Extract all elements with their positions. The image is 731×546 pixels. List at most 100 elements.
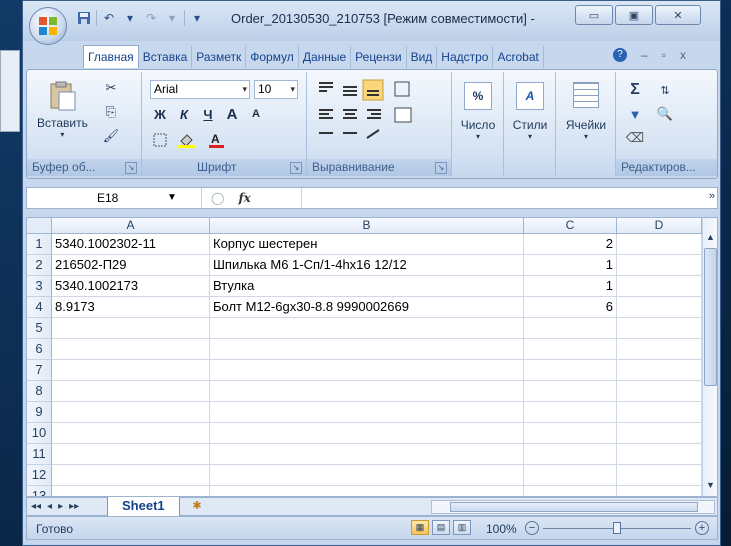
cell-b[interactable] xyxy=(210,318,524,339)
italic-button[interactable]: К xyxy=(174,104,194,124)
zoom-level[interactable]: 100% xyxy=(486,522,517,536)
undo-icon[interactable]: ↶ xyxy=(100,9,118,27)
cell-a[interactable] xyxy=(52,360,210,381)
cell-b[interactable]: Болт М12-6gx30-8.8 9990002669 xyxy=(210,297,524,318)
cell-b[interactable] xyxy=(210,444,524,465)
zoom-in-button[interactable]: + xyxy=(695,521,709,535)
cell-c[interactable]: 1 xyxy=(524,276,617,297)
row-header[interactable]: 4 xyxy=(27,297,52,318)
paste-button[interactable]: Вставить ▾ xyxy=(37,80,88,139)
cell-c[interactable] xyxy=(524,360,617,381)
select-all-button[interactable] xyxy=(27,218,52,234)
ribbon-close-button[interactable]: x xyxy=(680,48,686,62)
cell-a[interactable]: 5340.1002173 xyxy=(52,276,210,297)
horizontal-scrollbar[interactable] xyxy=(431,500,715,514)
cell-c[interactable] xyxy=(524,318,617,339)
number-format-button[interactable]: % Число ▾ xyxy=(458,82,498,141)
cell-d[interactable] xyxy=(617,381,702,402)
minimize-button[interactable]: ▭ xyxy=(575,5,613,25)
column-header-b[interactable]: B xyxy=(210,218,524,234)
styles-button[interactable]: A Стили ▾ xyxy=(510,82,550,141)
redo-icon[interactable]: ↷ xyxy=(142,9,160,27)
cell-b[interactable] xyxy=(210,381,524,402)
row-header[interactable]: 3 xyxy=(27,276,52,297)
borders-icon[interactable] xyxy=(150,130,170,150)
cell-c[interactable] xyxy=(524,339,617,360)
cell-b[interactable]: Корпус шестерен xyxy=(210,234,524,255)
autosum-button[interactable]: Σ xyxy=(624,80,646,100)
sort-filter-icon[interactable]: ⇅ xyxy=(654,80,676,100)
help-icon[interactable]: ? xyxy=(613,48,627,62)
cell-c[interactable] xyxy=(524,444,617,465)
last-sheet-icon[interactable]: ▸▸ xyxy=(69,499,79,515)
bold-button[interactable]: Ж xyxy=(150,104,170,124)
column-header-c[interactable]: C xyxy=(524,218,617,234)
cell-d[interactable] xyxy=(617,234,702,255)
formula-input[interactable] xyxy=(301,188,698,208)
cell-b[interactable] xyxy=(210,402,524,423)
normal-view-icon[interactable]: ▦ xyxy=(411,520,429,535)
prev-sheet-icon[interactable]: ◂ xyxy=(47,499,52,515)
scroll-thumb[interactable] xyxy=(704,248,717,386)
row-header[interactable]: 7 xyxy=(27,360,52,381)
tab-acrobat[interactable]: Acrobat xyxy=(493,46,544,68)
scroll-down-icon[interactable]: ▼ xyxy=(705,480,716,492)
row-header[interactable]: 12 xyxy=(27,465,52,486)
next-sheet-icon[interactable]: ▸ xyxy=(58,499,63,515)
page-break-view-icon[interactable]: ▥ xyxy=(453,520,471,535)
dialog-launcher-icon[interactable]: ↘ xyxy=(125,162,137,174)
font-name-select[interactable]: Arial ▾ xyxy=(150,80,250,99)
cell-c[interactable] xyxy=(524,402,617,423)
cell-b[interactable] xyxy=(210,360,524,381)
cell-d[interactable] xyxy=(617,318,702,339)
fill-icon[interactable]: ▼ xyxy=(624,104,646,124)
cell-a[interactable] xyxy=(52,381,210,402)
column-header-a[interactable]: A xyxy=(52,218,210,234)
cell-a[interactable] xyxy=(52,402,210,423)
chevron-down-icon[interactable]: ▾ xyxy=(121,9,139,27)
cell-d[interactable] xyxy=(617,423,702,444)
row-header[interactable]: 11 xyxy=(27,444,52,465)
cell-a[interactable] xyxy=(52,444,210,465)
font-color-icon[interactable]: A xyxy=(204,130,230,150)
tab-review[interactable]: Рецензи xyxy=(351,46,407,68)
cell-a[interactable]: 8.9173 xyxy=(52,297,210,318)
fill-color-icon[interactable] xyxy=(174,130,200,150)
row-header[interactable]: 1 xyxy=(27,234,52,255)
cell-d[interactable] xyxy=(617,402,702,423)
vertical-scrollbar[interactable]: ▲ ▼ xyxy=(702,218,717,496)
cell-a[interactable]: 5340.1002302-11 xyxy=(52,234,210,255)
tab-home[interactable]: Главная xyxy=(83,45,139,68)
cell-a[interactable] xyxy=(52,465,210,486)
underline-button[interactable]: Ч xyxy=(198,104,218,124)
scroll-thumb[interactable] xyxy=(450,502,698,512)
column-header-d[interactable]: D xyxy=(617,218,702,234)
zoom-slider[interactable]: − + xyxy=(525,521,710,536)
cells-button[interactable]: Ячейки ▾ xyxy=(562,82,610,141)
row-header[interactable]: 9 xyxy=(27,402,52,423)
clear-icon[interactable]: ⌫ xyxy=(624,128,646,148)
cell-b[interactable]: Шпилька М6 1-Сп/1-4hx16 12/12 xyxy=(210,255,524,276)
cell-c[interactable]: 6 xyxy=(524,297,617,318)
first-sheet-icon[interactable]: ◂◂ xyxy=(31,499,41,515)
row-header[interactable]: 2 xyxy=(27,255,52,276)
cell-c[interactable] xyxy=(524,465,617,486)
cell-c[interactable] xyxy=(524,423,617,444)
cell-c[interactable]: 2 xyxy=(524,234,617,255)
dialog-launcher-icon[interactable]: ↘ xyxy=(290,162,302,174)
customize-qat-icon[interactable]: ▾ xyxy=(188,9,206,27)
cell-d[interactable] xyxy=(617,360,702,381)
page-layout-view-icon[interactable]: ▤ xyxy=(432,520,450,535)
tab-formulas[interactable]: Формул xyxy=(246,46,299,68)
cell-d[interactable] xyxy=(617,276,702,297)
cell-a[interactable] xyxy=(52,318,210,339)
format-painter-icon[interactable]: 🖌 xyxy=(100,126,122,146)
insert-function-button[interactable]: fx xyxy=(238,191,250,205)
cell-d[interactable] xyxy=(617,486,702,496)
find-select-icon[interactable]: 🔍 xyxy=(654,104,676,124)
cell-d[interactable] xyxy=(617,465,702,486)
row-header[interactable]: 6 xyxy=(27,339,52,360)
office-button[interactable] xyxy=(29,7,67,45)
cell-b[interactable] xyxy=(210,486,524,496)
cell-d[interactable] xyxy=(617,444,702,465)
